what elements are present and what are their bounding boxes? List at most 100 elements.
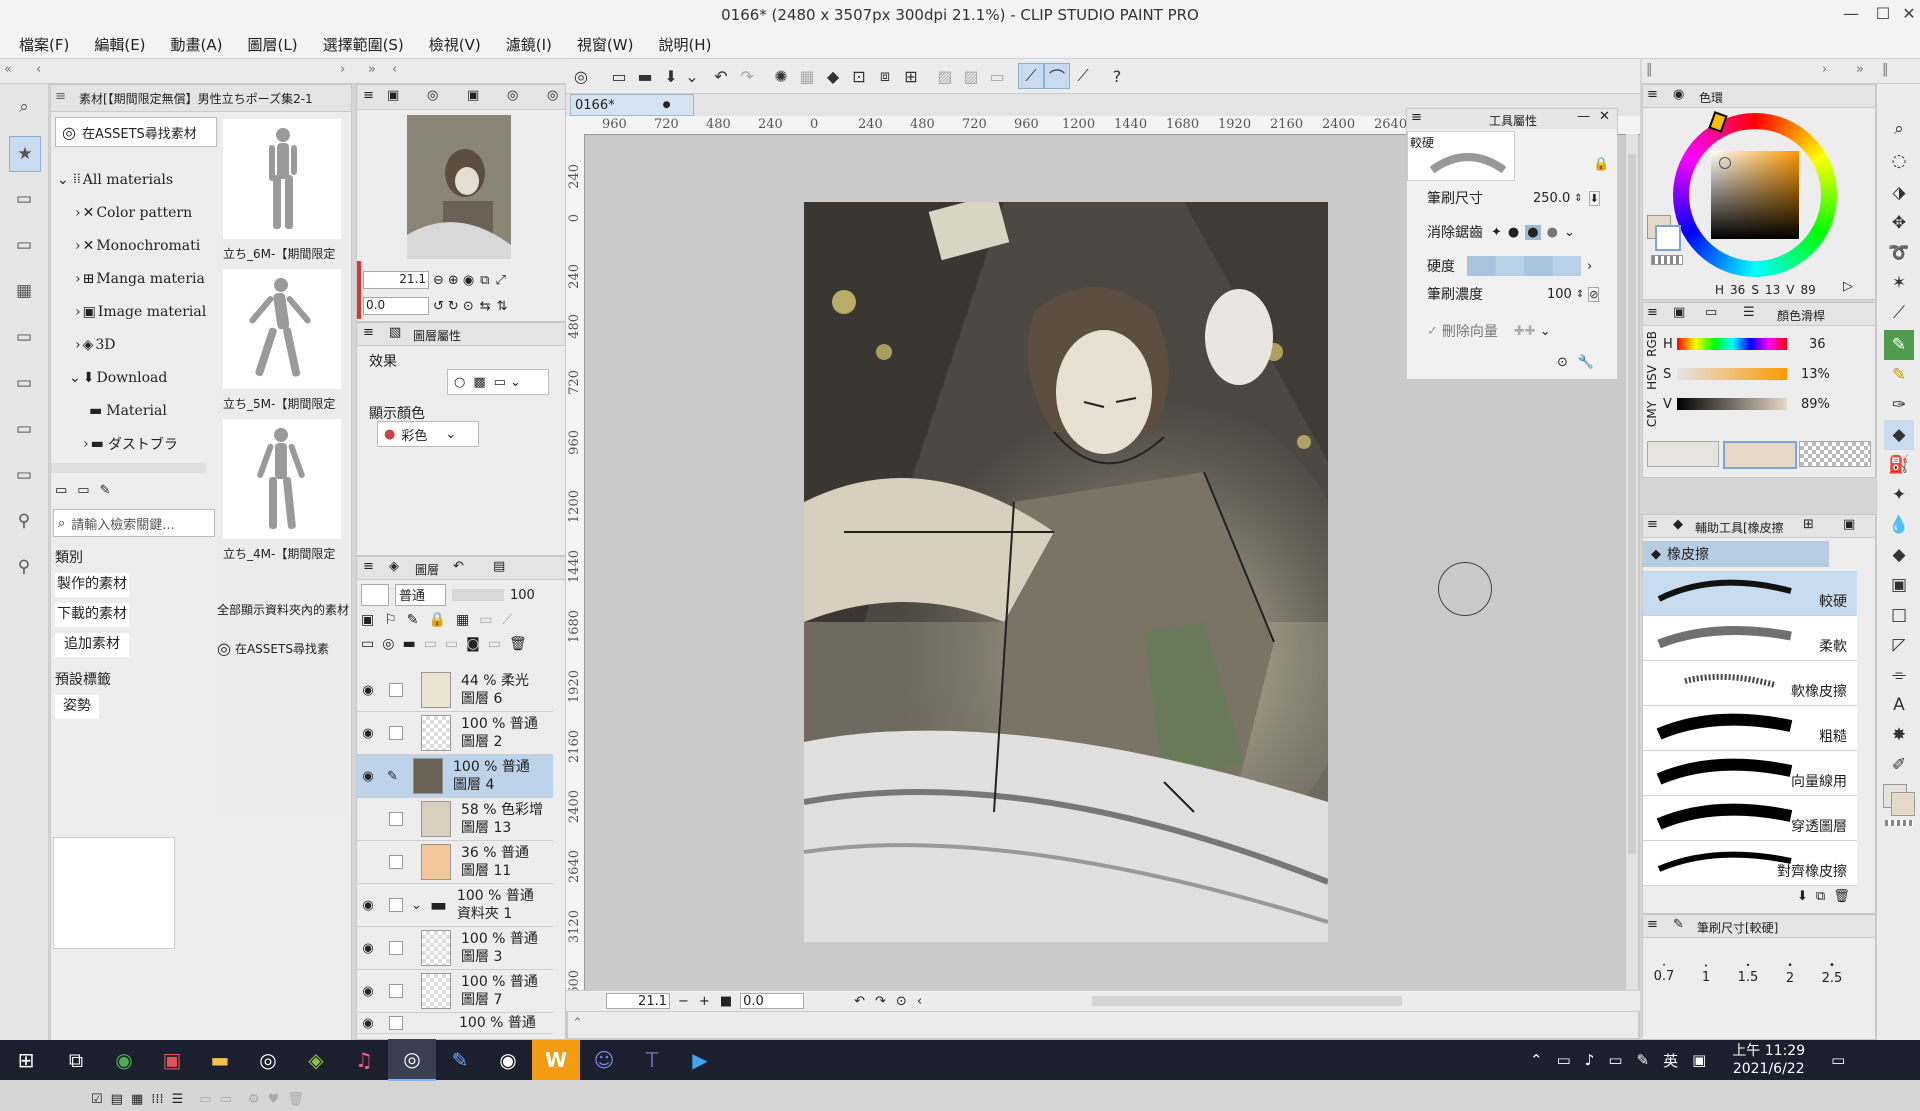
layer-search-tab-icon[interactable]: ◎ — [507, 88, 518, 103]
layer-checkbox[interactable] — [389, 941, 403, 955]
pose-thumb[interactable] — [223, 119, 341, 239]
figure-tool-icon[interactable]: □ — [1884, 600, 1914, 630]
color-set-tab-icon[interactable]: ▣ — [1673, 305, 1685, 320]
chevron-right-icon[interactable]: › — [1822, 62, 1827, 77]
antialias-mid-icon[interactable]: ● — [1525, 224, 1541, 240]
free-transform-icon[interactable]: ⧈ — [872, 63, 898, 89]
close-icon[interactable]: ● — [663, 100, 671, 110]
tree-item-mono[interactable]: › ✕ Monochromati — [57, 229, 200, 262]
category-downloaded[interactable]: 下載的素材 — [55, 603, 129, 627]
folder-icon[interactable]: ▭ — [9, 182, 39, 216]
brush-item[interactable]: 對齊橡皮擦 — [1643, 841, 1857, 886]
detail-view-icon[interactable]: ▤ — [111, 1092, 123, 1107]
lasso-tool-icon[interactable]: ➰ — [1884, 238, 1914, 268]
brush-item[interactable]: 粗糙 — [1643, 706, 1857, 751]
rotate-field[interactable]: 0.0 — [363, 297, 429, 315]
chevron-down-icon[interactable]: ⌄ — [1540, 324, 1551, 339]
fill-tool-icon[interactable]: ◆ — [1884, 540, 1914, 570]
toolbar-transparent[interactable] — [1885, 820, 1913, 826]
close-icon[interactable]: ✕ — [1599, 109, 1610, 124]
notification-icon[interactable]: ▭ — [1831, 1051, 1845, 1069]
layer-checkbox[interactable] — [389, 898, 403, 912]
flip-vertical-icon[interactable]: ⇅ — [497, 299, 508, 314]
tree-item-3d[interactable]: › ◈ 3D — [57, 328, 197, 361]
pen-tray-icon[interactable]: ✎ — [1637, 1051, 1650, 1069]
menu-filter[interactable]: 濾鏡(I) — [506, 30, 552, 55]
object-select-icon[interactable]: ⬗ — [1884, 178, 1914, 208]
subtool-group-tab[interactable]: ◆ 橡皮擦 — [1643, 541, 1829, 567]
layer-checkbox[interactable] — [389, 683, 403, 697]
brush-item[interactable]: 柔軟 — [1643, 616, 1857, 661]
star-icon[interactable]: ★ — [9, 136, 41, 172]
paint-app-icon[interactable]: ✎ — [436, 1040, 484, 1080]
transfer-down-icon[interactable]: ▭ — [424, 636, 437, 652]
trash-icon[interactable]: 🗑 — [509, 636, 527, 652]
flip-horizontal-icon[interactable]: ⇆ — [480, 299, 491, 314]
chevron-down-icon[interactable]: ⌄ — [1564, 225, 1575, 240]
correct-line-tool-icon[interactable]: ✐ — [1884, 750, 1914, 780]
document-tab[interactable]: 0166* ● — [570, 94, 694, 116]
teams-icon[interactable]: T — [628, 1040, 676, 1080]
group-icon[interactable]: ⊞ — [1803, 517, 1814, 532]
chevron-left-icon[interactable]: ‹ — [392, 62, 397, 77]
small-grid-icon[interactable]: ⁞⁞⁞ — [151, 1092, 163, 1107]
new-raster-layer-icon[interactable]: ▭ — [361, 636, 374, 652]
menu-icon[interactable]: ≡ — [55, 89, 66, 104]
wrench-icon[interactable]: 🔧 — [1578, 355, 1594, 370]
layer-row[interactable]: ◉ 100 % 普通 — [357, 1013, 553, 1034]
play-icon[interactable]: ▷ — [1843, 279, 1853, 294]
mask-add-icon[interactable]: ◙ — [466, 636, 480, 652]
menu-icon[interactable]: ≡ — [363, 559, 374, 574]
music-icon[interactable]: ♫ — [340, 1040, 388, 1080]
history-tab-icon[interactable]: ↶ — [453, 559, 464, 574]
menu-icon[interactable]: ≡ — [1647, 517, 1658, 532]
tree-item-image[interactable]: › ▣ Image material — [57, 295, 206, 328]
move-icon[interactable]: ▭ — [220, 1092, 232, 1107]
clip-studio-taskbar-icon[interactable]: ◎ — [388, 1039, 436, 1081]
chevron-up-icon[interactable]: ⌃ — [1530, 1051, 1543, 1069]
h-slider[interactable] — [1677, 338, 1787, 350]
s-value[interactable]: 13% — [1801, 367, 1830, 382]
eye-icon[interactable]: ◉ — [357, 726, 379, 741]
history-tab-icon[interactable]: ◎ — [547, 88, 558, 103]
ime-indicator[interactable]: 英 — [1663, 1050, 1678, 1071]
menu-layer[interactable]: 圖層(L) — [248, 30, 298, 55]
windows-start-icon[interactable]: ⊞ — [0, 1040, 52, 1080]
hsv-tab[interactable]: HSV — [1645, 365, 1659, 390]
brush-item[interactable]: 穿透圖層 — [1643, 796, 1857, 841]
lock-icon[interactable]: 🔒 — [1593, 157, 1609, 172]
material-tab-title[interactable]: 素材[【期間限定無償】男性立ちポーズ集2-1 — [79, 90, 349, 107]
layer-checkbox[interactable] — [389, 984, 403, 998]
tree-item-dust[interactable]: › ▬ ダストブラ — [57, 427, 197, 460]
snap-ruler-icon[interactable]: ⟋ — [1018, 63, 1044, 89]
maximize-icon[interactable]: ☐ — [1872, 4, 1894, 26]
sv-handle[interactable] — [1719, 157, 1731, 169]
density-value[interactable]: 100 — [1547, 287, 1572, 302]
antialias-strong-icon[interactable]: ● — [1547, 225, 1558, 240]
s-slider[interactable] — [1677, 368, 1787, 380]
chevron-right-icon[interactable]: › — [1587, 259, 1592, 274]
size-preset[interactable]: • 2.5 — [1811, 960, 1853, 986]
eye-icon[interactable]: ◉ — [357, 1016, 379, 1031]
chevron-right-icon[interactable]: › — [340, 62, 345, 77]
category-made[interactable]: 製作的素材 — [55, 573, 129, 597]
slider-tab-icon[interactable]: ☰ — [1743, 305, 1755, 320]
steam-icon[interactable]: ◉ — [484, 1040, 532, 1080]
snap-grid-icon[interactable]: ⟋ — [1070, 63, 1096, 89]
menu-file[interactable]: 檔案(F) — [19, 30, 69, 55]
undo-icon[interactable]: ↶ — [708, 63, 734, 89]
gradient-tool-icon[interactable]: ▣ — [1884, 570, 1914, 600]
panel-icon[interactable]: ▣ — [1843, 517, 1855, 532]
deselect-icon[interactable]: ▨ — [932, 63, 958, 89]
transparent-preview[interactable] — [1799, 441, 1871, 467]
eye-icon[interactable]: ◉ — [357, 683, 379, 698]
grid-view-icon[interactable]: ▦ — [131, 1092, 143, 1107]
menu-icon[interactable]: ≡ — [363, 88, 374, 103]
apply-mask-icon[interactable]: ▭ — [488, 636, 501, 652]
vertical-scrollbar[interactable] — [1626, 134, 1638, 1004]
fit-icon[interactable]: ■ — [720, 994, 732, 1009]
video-app-icon[interactable]: ▶ — [676, 1040, 724, 1080]
rgb-tab[interactable]: RGB — [1645, 331, 1659, 357]
layer-row[interactable]: ◉ 36 % 普通圖層 11 — [357, 841, 553, 884]
tree-scrollbar[interactable] — [51, 463, 206, 473]
